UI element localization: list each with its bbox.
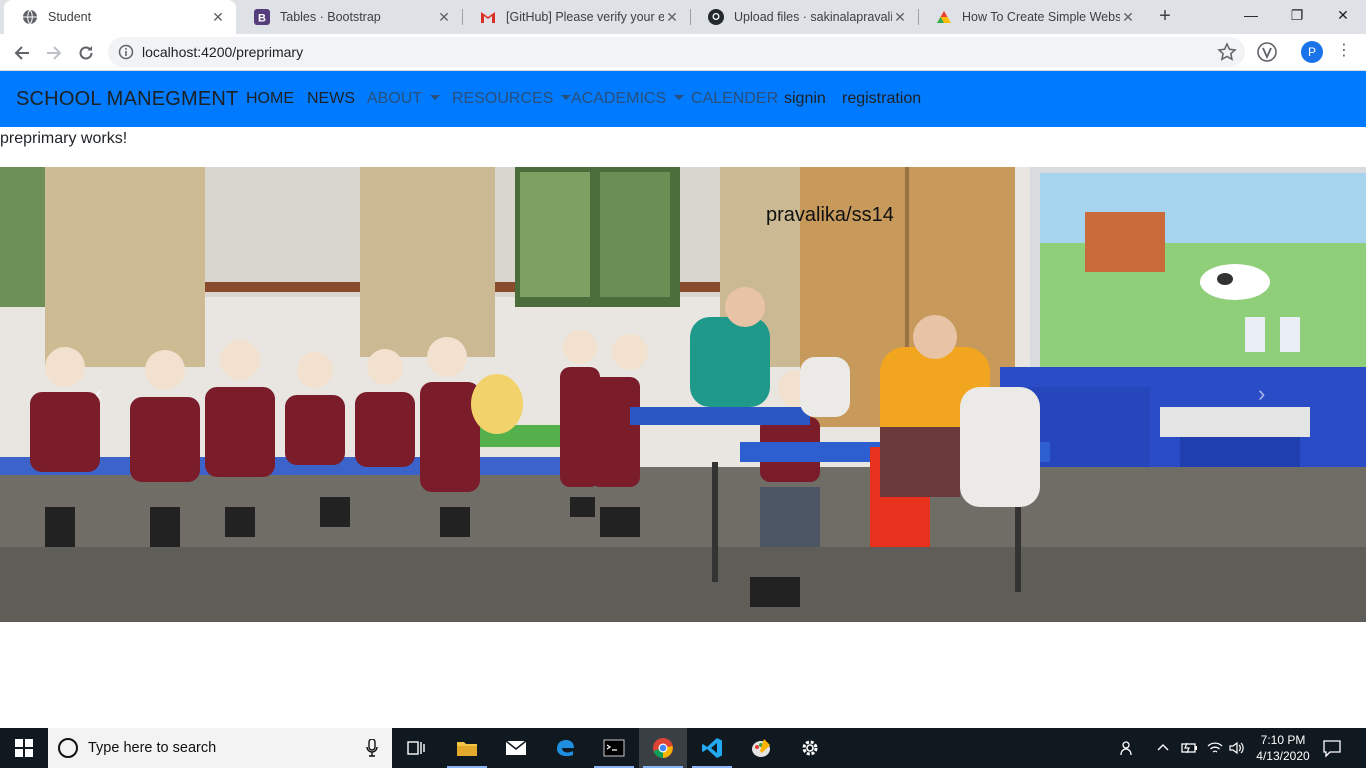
site-navbar: SCHOOL MANEGMENT HOME NEWS ABOUT RESOURC… xyxy=(0,71,1366,127)
close-window-button[interactable]: ✕ xyxy=(1320,0,1366,30)
caret-down-icon xyxy=(430,95,441,100)
windows-taskbar: Type here to search 7:10 PM 4/13/2020 xyxy=(0,728,1366,768)
close-tab-icon[interactable]: ✕ xyxy=(210,9,226,26)
caret-down-icon xyxy=(674,95,685,100)
back-button[interactable] xyxy=(9,40,35,66)
nav-about-label: ABOUT xyxy=(367,90,423,107)
system-clock[interactable]: 7:10 PM 4/13/2020 xyxy=(1252,732,1314,764)
caret-down-icon xyxy=(561,95,572,100)
nav-resources-dropdown[interactable]: RESOURCES xyxy=(452,90,572,108)
info-icon[interactable] xyxy=(118,44,134,60)
bookmark-star-icon[interactable] xyxy=(1217,42,1237,62)
gear-icon xyxy=(802,740,818,756)
arrow-right-icon xyxy=(47,46,62,60)
edge-button[interactable] xyxy=(541,728,589,768)
url-text: localhost:4200/preprimary xyxy=(142,44,304,60)
chrome-icon xyxy=(653,738,673,758)
folder-icon xyxy=(457,742,477,756)
new-tab-button[interactable]: + xyxy=(1154,5,1176,27)
tab-github-verify[interactable]: [GitHub] Please verify your em ✕ xyxy=(462,0,690,34)
clock-date: 4/13/2020 xyxy=(1256,749,1310,763)
address-bar[interactable]: localhost:4200/preprimary xyxy=(108,37,1245,67)
nav-signin[interactable]: signin xyxy=(784,90,826,108)
reload-button[interactable] xyxy=(73,40,99,66)
github-icon xyxy=(708,9,724,25)
cortana-icon xyxy=(58,738,78,758)
forward-button[interactable] xyxy=(41,40,67,66)
carousel-next-icon[interactable]: › xyxy=(1258,381,1265,407)
browser-tab-strip: Student ✕ B Tables · Bootstrap ✕ [GitHub… xyxy=(0,0,1366,34)
browser-toolbar: localhost:4200/preprimary P ⋮ xyxy=(0,34,1366,71)
terminal-icon xyxy=(603,739,625,757)
mail-button[interactable] xyxy=(492,728,540,768)
minimize-button[interactable]: — xyxy=(1228,0,1274,30)
battery-icon[interactable] xyxy=(1180,740,1198,756)
nav-about-dropdown[interactable]: ABOUT xyxy=(367,90,441,108)
tab-tables-bootstrap[interactable]: B Tables · Bootstrap ✕ xyxy=(236,0,462,34)
tab-simple-website[interactable]: How To Create Simple Website ✕ xyxy=(918,0,1146,34)
vscode-icon xyxy=(702,738,722,758)
taskbar-search[interactable]: Type here to search xyxy=(48,728,392,768)
edge-icon xyxy=(557,740,574,757)
site-brand[interactable]: SCHOOL MANEGMENT xyxy=(16,88,238,111)
classroom-photo xyxy=(0,167,1366,622)
chevron-up-icon[interactable] xyxy=(1156,740,1170,756)
globe-icon xyxy=(22,9,38,25)
gmail-icon xyxy=(480,9,496,25)
carousel-prev-icon[interactable]: ‹ xyxy=(95,381,102,407)
preprimary-works-text: preprimary works! xyxy=(0,130,128,147)
profile-avatar[interactable]: P xyxy=(1301,41,1323,63)
nav-news[interactable]: NEWS xyxy=(307,90,355,108)
nav-calender[interactable]: CALENDER xyxy=(691,90,778,108)
volume-icon[interactable] xyxy=(1228,740,1246,756)
start-button[interactable] xyxy=(0,728,48,768)
restore-button[interactable]: ❐ xyxy=(1274,0,1320,30)
search-placeholder: Type here to search xyxy=(88,740,217,756)
file-explorer-button[interactable] xyxy=(443,728,491,768)
extension-v-icon[interactable] xyxy=(1256,41,1278,63)
close-tab-icon[interactable]: ✕ xyxy=(1120,9,1136,26)
action-center-icon[interactable] xyxy=(1322,738,1342,758)
paint-palette-icon xyxy=(752,739,770,757)
carousel: ‹ › xyxy=(0,167,1366,622)
carousel-caption: pravalika/ss14 xyxy=(766,204,894,226)
vscode-button[interactable] xyxy=(688,728,736,768)
wifi-icon[interactable] xyxy=(1206,740,1224,756)
task-view-button[interactable] xyxy=(392,728,440,768)
bootstrap-icon: B xyxy=(254,9,270,25)
close-tab-icon[interactable]: ✕ xyxy=(892,9,908,26)
chrome-button[interactable] xyxy=(639,728,687,768)
windows-logo-icon xyxy=(15,739,33,757)
nav-academics-label: ACADEMICS xyxy=(571,90,667,107)
tab-upload-files[interactable]: Upload files · sakinalapravalika ✕ xyxy=(690,0,918,34)
svg-text:B: B xyxy=(258,13,266,25)
clock-time: 7:10 PM xyxy=(1260,733,1306,747)
paint-button[interactable] xyxy=(737,728,785,768)
close-tab-icon[interactable]: ✕ xyxy=(664,9,680,26)
task-view-icon xyxy=(407,741,425,755)
reload-icon xyxy=(79,46,93,60)
nav-academics-dropdown[interactable]: ACADEMICS xyxy=(571,90,685,108)
mail-icon xyxy=(505,740,527,755)
microphone-icon[interactable] xyxy=(366,739,378,757)
people-icon[interactable] xyxy=(1120,740,1136,756)
nav-registration[interactable]: registration xyxy=(842,90,921,108)
close-tab-icon[interactable]: ✕ xyxy=(436,9,452,26)
nav-resources-label: RESOURCES xyxy=(452,90,554,107)
colorful-icon xyxy=(936,9,952,25)
menu-kebab-icon[interactable]: ⋮ xyxy=(1336,40,1352,60)
tab-student[interactable]: Student ✕ xyxy=(4,0,236,34)
settings-button[interactable] xyxy=(786,728,834,768)
terminal-button[interactable] xyxy=(590,728,638,768)
arrow-left-icon xyxy=(14,46,29,60)
nav-home[interactable]: HOME xyxy=(246,90,294,108)
